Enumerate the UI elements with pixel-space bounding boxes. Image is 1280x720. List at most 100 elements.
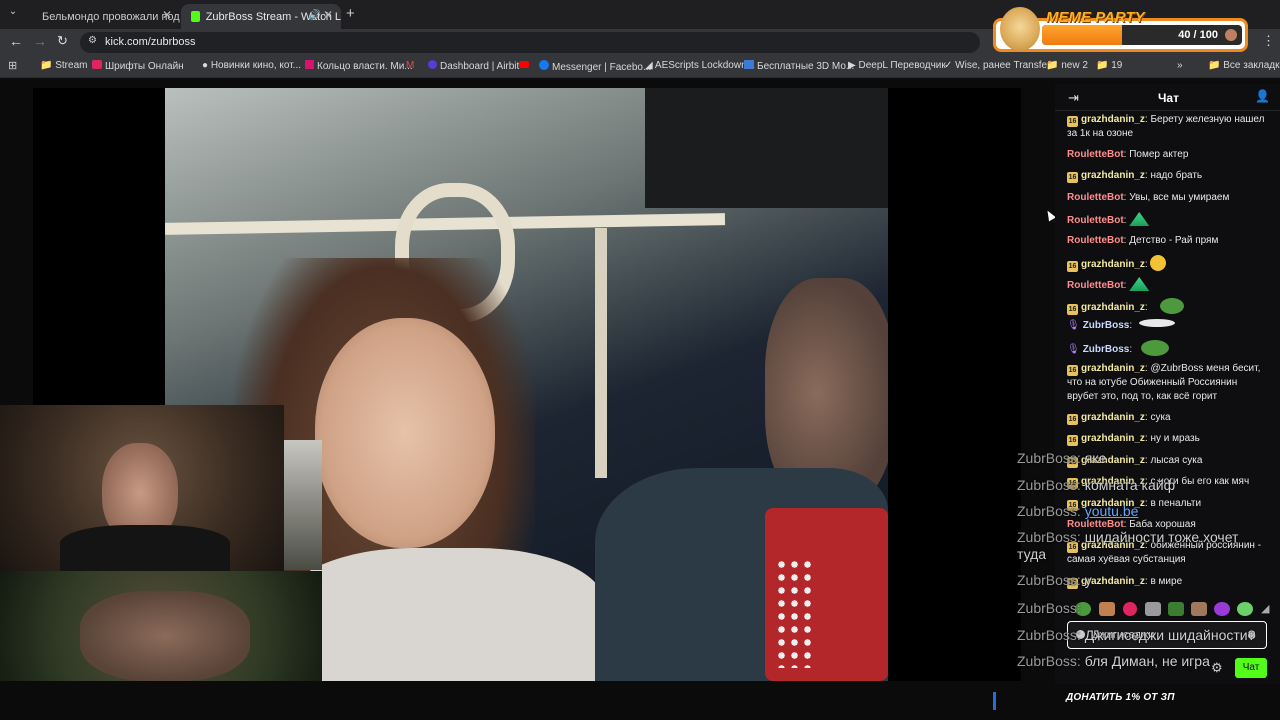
doge-avatar [1000, 7, 1040, 51]
chat-username[interactable]: grazhdanin_z [1081, 302, 1145, 313]
overlay-text: Джигиседжи шидайности? [1084, 627, 1256, 643]
back-icon[interactable]: ← [9, 33, 23, 49]
emote-pixel-icon [1129, 212, 1150, 226]
chat-text: : [1144, 302, 1148, 313]
emote-heart-icon[interactable] [1123, 602, 1137, 616]
chat-username[interactable]: RouletteBot [1067, 280, 1124, 291]
chat-message: 16 grazhdanin_z: в мире [1067, 575, 1267, 589]
bookmark-youtube[interactable] [519, 60, 529, 71]
emote-pepe-icon [1160, 298, 1185, 314]
bookmark-label: Все закладки [1223, 60, 1280, 71]
emote-face-icon[interactable] [1099, 602, 1115, 616]
url-field[interactable]: ⚙ kick.com/zubrboss [80, 32, 980, 53]
chat-text: : надо брать [1144, 170, 1203, 181]
bookmark-all[interactable]: 📁 Все закладки [1208, 60, 1280, 71]
bookmark-3d[interactable]: Бесплатные 3D Мо... [744, 60, 854, 72]
donate-banner[interactable]: ДОНАТИТЬ 1% ОТ ЗП [1066, 692, 1175, 703]
emote-more-icon[interactable]: ◢ [1261, 602, 1269, 615]
chat-header: Чат [1158, 91, 1179, 105]
webcam-guest [0, 571, 322, 681]
chat-username[interactable]: ZubrBoss [1083, 344, 1130, 355]
streamer-body [60, 525, 230, 571]
overlay-line: ZubrBoss: яке [1017, 450, 1106, 466]
overlay-text: бля Диман, не игра [1084, 653, 1210, 669]
chat-message: 16 grazhdanin_z: Берету железную нашел за… [1067, 113, 1267, 141]
chat-text: : лысая сука [1144, 455, 1203, 466]
bookmark-label: Messenger | Facebo... [552, 62, 652, 73]
bookmark-wise[interactable]: ✓ Wise, ранее Transfe... [944, 60, 1055, 71]
chat-text: : в мире [1144, 576, 1183, 587]
reload-icon[interactable]: ↻ [57, 33, 68, 49]
tab-search-button[interactable]: ⌄ [4, 6, 22, 22]
bookmark-label: Шрифты Онлайн [105, 61, 184, 72]
bookmarks-overflow-icon[interactable]: » [1177, 60, 1183, 71]
chat-username[interactable]: grazhdanin_z [1081, 259, 1145, 270]
tab-belmondo[interactable]: Бельмондо провожали под м ✕ [26, 4, 180, 29]
apps-grid-icon[interactable]: ⊞ [8, 59, 17, 72]
chat-text: : Помер актер [1123, 149, 1189, 160]
coin-icon [1225, 29, 1237, 41]
bottom-accent [993, 692, 996, 710]
chat-username[interactable]: grazhdanin_z [1081, 412, 1145, 423]
emote-cat-icon[interactable] [1145, 602, 1161, 616]
bookmark-19[interactable]: 📁 19 [1096, 60, 1122, 71]
send-chat-button[interactable]: Чат [1235, 658, 1267, 678]
bookmark-fonts[interactable]: Шрифты Онлайн [92, 60, 184, 72]
chat-username[interactable]: grazhdanin_z [1081, 114, 1145, 125]
bookmark-label: Wise, ранее Transfe... [955, 60, 1056, 71]
chat-username[interactable]: grazhdanin_z [1081, 363, 1145, 374]
chat-username[interactable]: RouletteBot [1067, 215, 1124, 226]
webcam-side [284, 440, 322, 570]
bookmark-movies[interactable]: ● Новинки кино, кот... [202, 60, 301, 71]
chat-username[interactable]: grazhdanin_z [1081, 170, 1145, 181]
chat-message: 16 grazhdanin_z: надо брать [1067, 169, 1267, 183]
webcam-streamer [0, 405, 284, 571]
bookmark-messenger[interactable]: Messenger | Facebo... [539, 60, 651, 73]
chat-text: : [1123, 280, 1127, 291]
bookmark-gmail[interactable]: M [406, 60, 414, 71]
overlay-text: у [1084, 572, 1092, 588]
collapse-chat-icon[interactable]: ⇥ [1068, 90, 1079, 106]
facebook-icon [539, 60, 549, 70]
sub-badge: 16 [1067, 435, 1078, 446]
chat-message: 16 grazhdanin_z: [1067, 298, 1267, 315]
bookmark-stream[interactable]: 📁 Stream [40, 60, 87, 71]
tab-zubrboss[interactable]: ZubrBoss Stream - Watch L 🔊 ✕ [181, 4, 341, 29]
chat-username[interactable]: grazhdanin_z [1081, 433, 1145, 444]
overlay-line: ZubrBoss: у [1017, 572, 1092, 588]
users-icon[interactable]: 👤 [1255, 89, 1270, 103]
emote-purple-icon[interactable] [1214, 602, 1230, 616]
overlay-name: ZubrBoss: [1017, 503, 1081, 519]
settings-gear-icon[interactable]: ⚙ [1211, 660, 1223, 676]
overlay-name: ZubrBoss: [1017, 653, 1081, 669]
bookmark-ring[interactable]: Кольцо власти. Ми... [305, 60, 413, 72]
overlay-line: ZubrBoss: [1017, 600, 1081, 616]
menu-dots-icon[interactable]: ⋮ [1262, 33, 1275, 49]
bookmark-icon [92, 60, 102, 69]
emote-duck-icon [1150, 255, 1167, 271]
chat-text: : в пенальти [1144, 498, 1202, 509]
bookmark-deepl[interactable]: ▶ DeepL Переводчик [848, 60, 946, 71]
overlay-link[interactable]: youtu.be [1085, 503, 1139, 519]
chat-text: : [1123, 215, 1127, 226]
chat-username[interactable]: RouletteBot [1067, 235, 1124, 246]
speaker-icon[interactable]: 🔊 [309, 10, 321, 21]
site-info-icon[interactable]: ⚙ [88, 35, 97, 46]
chat-username[interactable]: ZubrBoss [1083, 320, 1130, 331]
chat-username[interactable]: RouletteBot [1067, 192, 1124, 203]
close-icon[interactable]: ✕ [162, 8, 172, 22]
guest-body [80, 591, 250, 681]
emote-quickbar: ◢ [1075, 600, 1275, 618]
new-tab-button[interactable]: + [346, 5, 355, 22]
bookmark-aescripts[interactable]: ◢ AEScripts Lockdown... [645, 60, 755, 71]
chat-username[interactable]: RouletteBot [1067, 149, 1124, 160]
forward-icon[interactable]: → [33, 33, 47, 49]
close-icon[interactable]: ✕ [323, 8, 333, 22]
emote-frog-icon[interactable] [1168, 602, 1184, 616]
bookmark-new2[interactable]: 📁 new 2 [1046, 60, 1088, 71]
man-hat [645, 88, 888, 208]
mic-badge-icon: 🎙 [1067, 320, 1080, 331]
bookmark-airbit[interactable]: Dashboard | Airbit [428, 60, 519, 72]
emote-man-icon[interactable] [1191, 602, 1207, 616]
emote-alien-icon[interactable] [1237, 602, 1253, 616]
